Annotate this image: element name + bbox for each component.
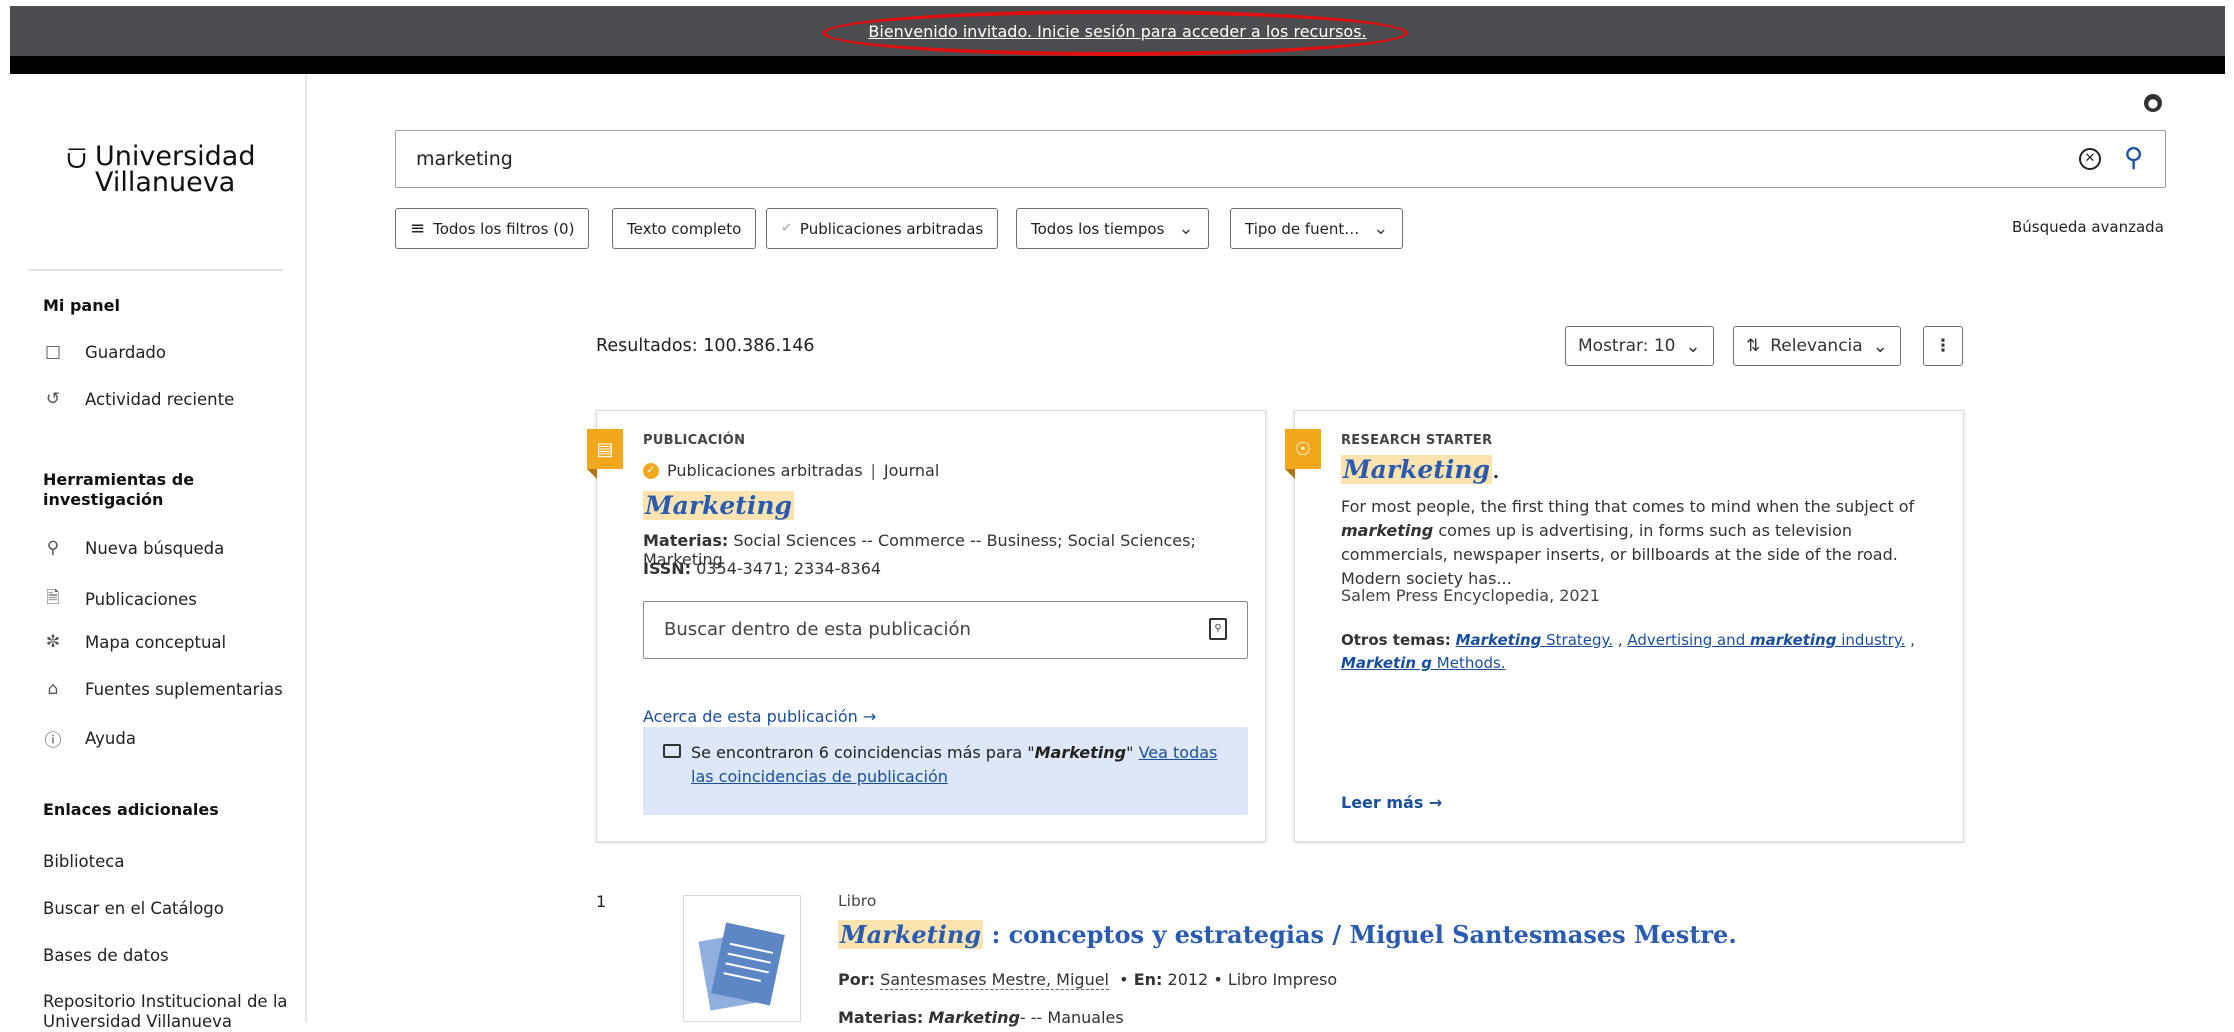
card-kicker: PUBLICACIÓN [643,433,746,448]
chevron-down-icon: ⌄ [1685,335,1701,357]
research-starter-card: ☉ RESEARCH STARTER Marketing. For most p… [1285,410,1964,842]
sidebar-item-label: Publicaciones [85,590,197,609]
author-link[interactable]: Santesmases Mestre, Miguel [880,970,1109,990]
logo-line2: Villanueva [95,167,236,198]
sidebar: ⩂ Universidad Villanueva Mi panel □ Guar… [10,74,307,1031]
link-repositorio[interactable]: Repositorio Institucional de la Universi… [43,992,293,1032]
sort-icon: ⇅ [1746,336,1761,356]
link-catalogo[interactable]: Buscar en el Catálogo [43,899,224,918]
chevron-down-icon: ⌄ [1178,218,1194,239]
tools-heading: Herramientas de investigación [43,470,195,509]
publication-title[interactable]: Marketing [643,491,794,520]
highlight-oval [822,10,1408,56]
university-logo[interactable]: ⩂ Universidad Villanueva [66,141,255,198]
results-count: Resultados: 100.386.146 [596,336,815,356]
link-bases-datos[interactable]: Bases de datos [43,946,169,965]
card-kicker: RESEARCH STARTER [1341,433,1493,448]
chevron-down-icon: ⌄ [1872,335,1888,357]
sidebar-item-guardado[interactable]: □ Guardado [43,342,166,362]
check-circle-icon: ✔ [781,221,792,236]
clear-search-icon[interactable]: ✕ [2079,148,2101,170]
sidebar-item-mapa[interactable]: ✼ Mapa conceptual [43,632,226,652]
publication-card: ▤ PUBLICACIÓN ✓ Publicaciones arbitradas… [587,410,1266,842]
show-count-dropdown[interactable]: Mostrar: 10 ⌄ [1565,326,1714,366]
sidebar-item-label: Ayuda [85,729,136,748]
book-thumbnail[interactable] [683,895,801,1022]
search-input[interactable] [414,131,2064,186]
research-starter-description: For most people, the first thing that co… [1341,497,1915,588]
logo-mark-icon: ⩂ [66,141,87,176]
sidebar-item-fuentes[interactable]: ⌂ Fuentes suplementarias [43,679,283,699]
history-icon: ↺ [45,389,61,409]
advanced-search-link[interactable]: Búsqueda avanzada [2012,218,2164,236]
concept-map-icon: ✼ [45,632,61,652]
read-more-link[interactable]: Leer más → [1341,793,1442,812]
source-type-dropdown[interactable]: Tipo de fuent… ⌄ [1230,208,1404,249]
all-filters-button[interactable]: ≡ Todos los filtros (0) [395,208,590,249]
result-title-link[interactable]: Marketing : conceptos y estrategias / Mi… [838,920,1737,949]
more-options-button[interactable]: ⋮ [1923,326,1963,366]
help-icon: ⓘ [44,731,62,751]
check-icon: ✓ [643,462,659,479]
search-within-publication-input[interactable]: Buscar dentro de esta publicación ⚲ [643,601,1248,659]
list-icon [663,744,681,758]
sidebar-item-actividad[interactable]: ↺ Actividad reciente [43,389,234,409]
topic-link[interactable]: Marketing Strategy. [1456,631,1613,649]
result-number: 1 [596,892,607,911]
link-biblioteca[interactable]: Biblioteca [43,852,124,871]
search-icon: ⚲ [46,538,60,558]
result-subjects: Materias: Marketing- -- Manuales [838,1008,1124,1027]
matches-notice: Se encontraron 6 coincidencias más para … [643,727,1248,815]
related-topics: Otros temas: Marketing Strategy. , Adver… [1341,631,1915,672]
time-filter-dropdown[interactable]: Todos los tiempos ⌄ [1016,208,1209,249]
result-byline: Por: Santesmases Mestre, Miguel • En: 20… [838,970,1338,990]
book-cover-icon [698,922,785,1011]
sidebar-item-label: Guardado [85,342,167,362]
peer-review-line: ✓ Publicaciones arbitradas | Journal [643,461,939,480]
filter-icon: ≡ [410,218,426,239]
sidebar-item-nueva-busqueda[interactable]: ⚲ Nueva búsqueda [43,538,225,558]
sidebar-divider [28,269,283,271]
sidebar-item-label: Actividad reciente [85,389,235,409]
search-submit-icon[interactable]: ⚲ [2124,143,2143,173]
publication-badge-icon: ▤ [587,429,623,479]
lightbulb-icon: ☉ [1285,429,1321,479]
chevron-down-icon: ⌄ [1373,218,1389,239]
user-account-icon[interactable]: ● [2144,94,2162,112]
sidebar-item-label: Nueva búsqueda [85,538,225,558]
fulltext-filter-button[interactable]: Texto completo [612,208,757,249]
kebab-menu-icon: ⋮ [1934,336,1952,356]
about-publication-link[interactable]: Acerca de esta publicación → [643,707,876,726]
document-icon: 🗎 [46,588,60,608]
sidebar-item-label: Fuentes suplementarias [85,679,283,699]
bank-icon: ⌂ [47,679,59,699]
research-starter-title[interactable]: Marketing. [1341,455,1500,484]
research-starter-source: Salem Press Encyclopedia, 2021 [1341,586,1600,605]
sidebar-item-label: Mapa conceptual [85,632,227,652]
sidebar-item-publicaciones[interactable]: 🗎 Publicaciones [43,585,197,614]
result-type: Libro [838,892,877,910]
topic-link[interactable]: Advertising and marketing industry. [1627,631,1905,649]
guest-banner: Bienvenido invitado. Inicie sesión para … [10,6,2225,56]
links-heading: Enlaces adicionales [43,800,219,819]
topic-link[interactable]: Marketin g Methods. [1341,654,1506,672]
peer-reviewed-filter-button[interactable]: ✔ Publicaciones arbitradas [766,208,999,249]
banner-strip [10,56,2225,74]
publication-issn: ISSN: 0354-3471; 2334-8364 [643,559,882,578]
document-search-icon[interactable]: ⚲ [1209,618,1227,640]
sidebar-item-ayuda[interactable]: ⓘ Ayuda [43,726,136,751]
bookmark-icon: □ [44,342,62,362]
panel-heading: Mi panel [43,296,120,315]
search-bar: ✕ ⚲ [395,130,2166,188]
sort-dropdown[interactable]: ⇅ Relevancia ⌄ [1733,326,1901,366]
